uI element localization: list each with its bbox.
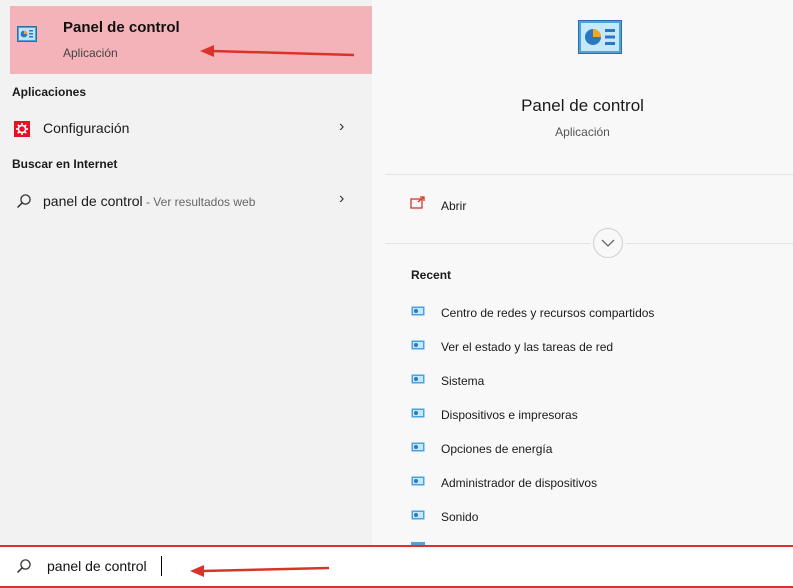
recent-item-label: Dispositivos e impresoras: [441, 408, 578, 422]
control-panel-icon: [411, 340, 425, 350]
app-item-label: Configuración: [43, 120, 130, 136]
apps-section-header: Aplicaciones: [12, 85, 87, 99]
divider: [385, 243, 590, 244]
best-match-item[interactable]: [10, 6, 372, 74]
control-panel-icon: [411, 442, 425, 452]
recent-item-label: Sonido: [441, 510, 479, 524]
recent-item[interactable]: Opciones de energía: [400, 434, 780, 464]
recent-item[interactable]: Dispositivos e impresoras: [400, 400, 780, 430]
search-icon: [16, 194, 31, 209]
control-panel-icon: [578, 20, 622, 54]
best-match-title: Panel de control: [63, 19, 180, 36]
search-input[interactable]: panel de control: [47, 558, 147, 574]
control-panel-icon: [17, 26, 37, 42]
open-icon: [410, 196, 425, 209]
chevron-down-icon: [601, 239, 615, 247]
text-caret: [161, 556, 162, 576]
recent-item-label: Opciones de energía: [441, 442, 553, 456]
search-icon: [16, 559, 31, 574]
recent-item[interactable]: Ver el estado y las tareas de red: [400, 332, 780, 362]
annotation-arrow-icon: [200, 45, 355, 57]
web-search-suffix: - Ver resultados web: [142, 195, 256, 209]
detail-title: Panel de control: [521, 96, 644, 115]
best-match-subtitle: Aplicación: [63, 46, 118, 60]
control-panel-icon: [411, 510, 425, 520]
web-section-header: Buscar en Internet: [12, 157, 118, 171]
divider: [385, 174, 793, 175]
control-panel-icon: [411, 476, 425, 486]
control-panel-icon: [411, 408, 425, 418]
recent-item-label: Ver el estado y las tareas de red: [441, 340, 614, 354]
recent-item-label: Administrador de dispositivos: [441, 476, 598, 490]
recent-item[interactable]: Centro de redes y recursos compartidos: [400, 298, 780, 328]
control-panel-icon: [411, 306, 425, 316]
web-search-label: panel de control - Ver resultados web: [43, 193, 255, 209]
recent-item-label: Centro de redes y recursos compartidos: [441, 306, 655, 320]
gear-icon: [14, 121, 30, 137]
recent-item[interactable]: Sistema: [400, 366, 780, 396]
search-results-pane: [0, 0, 372, 545]
control-panel-icon: [411, 374, 425, 384]
annotation-arrow-icon: [190, 565, 330, 577]
recent-item-label: Sistema: [441, 374, 485, 388]
recent-item[interactable]: Administrador de dispositivos: [400, 468, 780, 498]
recent-header: Recent: [411, 268, 452, 282]
detail-subtitle: Aplicación: [555, 125, 610, 139]
divider: [626, 243, 793, 244]
chevron-right-icon[interactable]: ›: [339, 118, 344, 136]
chevron-right-icon[interactable]: ›: [339, 190, 344, 208]
open-label: Abrir: [441, 199, 467, 213]
web-search-query: panel de control: [43, 193, 143, 209]
recent-item[interactable]: Sonido: [400, 502, 780, 532]
